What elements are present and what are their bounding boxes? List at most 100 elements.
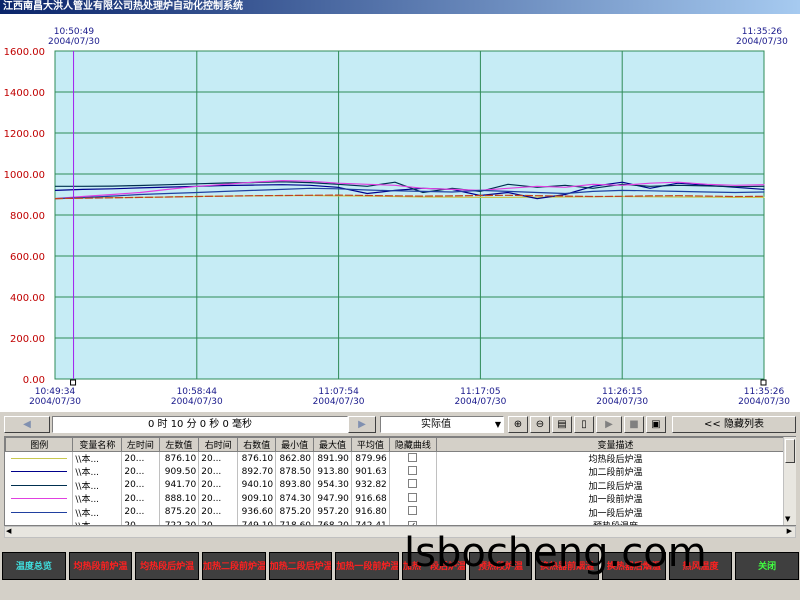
export-button[interactable]: ▯ [574,416,594,433]
legend-cell [5,478,74,492]
column-header[interactable]: 最大值 [313,437,352,452]
arrow-right-small-icon[interactable]: ▶ [787,527,792,535]
nav-tab[interactable]: 加热二段后炉温 [268,552,333,580]
left-value-cell: 909.50 [159,465,200,479]
nav-tab[interactable]: 加热二段前炉温 [202,552,266,580]
stop-icon: ■ [629,419,639,430]
hide-curve-checkbox[interactable] [408,492,418,502]
table-row[interactable]: \\本... 20... 876.10 20... 876.10 862.80 891.90… [5,451,795,465]
column-header[interactable]: 左数值 [158,437,200,452]
table-row[interactable]: \\本... 20... 888.10 20... 909.10 874.30 947.90… [5,492,795,506]
scroll-right-button[interactable]: ▶ [348,416,376,433]
max-value-cell: 891.90 [313,451,352,465]
table-row[interactable]: \\本... 20... 875.20 20... 936.60 875.20 957.20… [5,505,795,519]
save-icon: ▣ [651,419,661,430]
table-vertical-scrollbar[interactable]: ▼ [783,437,796,525]
column-header[interactable]: 平均值 [350,437,390,452]
scrollbar-thumb[interactable] [785,439,795,463]
arrow-down-icon[interactable]: ▼ [785,515,790,523]
avg-value-cell: 742.41 [351,519,390,525]
play-button[interactable]: ▶ [596,416,622,433]
legend-swatch [10,471,67,473]
trend-chart-svg[interactable]: 0.00 200.00 400.00 600.00 800.00 1000.00 1200.… [0,14,800,412]
hide-curve-checkbox[interactable] [408,479,418,489]
x-tick-time: 11:07:54 [318,387,359,397]
y-tick-label: 1000.00 [4,170,45,181]
time-offset-field[interactable]: 0 时 10 分 0 秒 0 毫秒 [52,416,348,433]
top-right-date: 2004/07/30 [736,37,788,47]
y-tick-label: 1600.00 [4,47,45,58]
hide-curve-cell [389,492,437,506]
stop-button[interactable]: ■ [624,416,644,433]
right-time-cell: 20... [198,519,239,525]
legend-swatch [10,484,67,486]
save-button[interactable]: ▣ [646,416,666,433]
min-value-cell: 874.30 [275,492,315,506]
y-tick-label: 400.00 [10,293,45,304]
print-button[interactable]: ▤ [552,416,572,433]
nav-tab[interactable]: 温度总览 [2,552,66,580]
trend-chart[interactable]: 0.00 200.00 400.00 600.00 800.00 1000.00 1200.… [0,14,800,412]
max-value-cell: 947.90 [313,492,352,506]
variable-description-cell: 均热段后炉温 [436,451,795,465]
variable-name-cell: \\本... [72,492,123,506]
window-title: 江西南昌大洪人管业有限公司热处理炉自动化控制系统 [0,0,800,14]
legend-cell [5,451,74,465]
left-time-cell: 20... [121,492,160,506]
table-row[interactable]: \\本... 20... 941.70 20... 940.10 893.80 954.30… [5,478,795,492]
x-tick-label: 11:07:54 2004/07/30 [309,387,369,407]
column-header[interactable]: 变量描述 [435,437,795,452]
nav-tab[interactable]: 均热段后炉温 [135,552,199,580]
zoom-in-button[interactable]: ⊕ [508,416,528,433]
column-header[interactable]: 隐藏曲线 [388,437,437,452]
arrow-right-icon: ▶ [358,419,366,430]
hide-curve-checkbox[interactable] [408,465,418,475]
min-value-cell: 875.20 [275,505,315,519]
table-header-row: 图例 变量名称 左时间 左数值 右时间 右数值 最小值 最大值 平均值 隐藏曲线 变量描述 [5,437,795,452]
table-row[interactable]: \\本... 20... 909.50 20... 892.70 878.50 913.80… [5,465,795,479]
variable-description-cell: 加二段前炉温 [436,465,795,479]
scroll-left-button[interactable]: ◀ [4,416,50,433]
zoom-in-icon: ⊕ [513,419,523,430]
arrow-left-small-icon[interactable]: ◀ [6,527,11,535]
toolbar: ◀ 0 时 10 分 0 秒 0 毫秒 ▶ 实际值 ▼ ⊕ ⊖ ▤ ▯ ▶ ■ … [0,414,800,435]
right-time-cell: 20... [198,505,239,519]
top-right-time-label: 11:35:26 2004/07/30 [736,27,788,47]
left-time-cell: 20... [121,505,160,519]
column-header[interactable]: 右时间 [198,437,239,452]
column-header[interactable]: 左时间 [121,437,160,452]
column-header[interactable]: 右数值 [237,437,277,452]
left-cursor-marker [70,379,77,386]
legend-swatch [10,511,67,513]
avg-value-cell: 901.63 [351,465,390,479]
printer-icon: ▤ [557,419,567,430]
hide-list-button[interactable]: << 隐藏列表 [672,416,796,433]
hide-curve-checkbox[interactable] [408,506,418,516]
legend-cell [5,505,74,519]
top-left-time: 10:50:49 [53,27,95,37]
zoom-out-button[interactable]: ⊖ [530,416,550,433]
document-icon: ▯ [581,419,587,430]
x-tick-time: 11:17:05 [460,387,501,397]
mode-select[interactable]: 实际值 ▼ [380,416,504,433]
nav-tab[interactable]: 均热段前炉温 [68,552,133,580]
nav-tab[interactable]: 加热一段前炉温 [335,552,399,580]
right-value-cell: 940.10 [237,478,277,492]
hide-curve-checkbox[interactable] [408,452,418,462]
x-tick-time: 10:49:34 [34,387,76,397]
play-icon: ▶ [605,419,613,430]
column-header[interactable]: 最小值 [275,437,315,452]
min-value-cell: 862.80 [275,451,315,465]
variable-description-cell: 加一段后炉温 [436,505,795,519]
variable-name-cell: \\本... [72,519,123,525]
column-header[interactable]: 变量名称 [72,437,123,452]
min-value-cell: 878.50 [275,465,315,479]
left-time-cell: 20... [121,519,160,525]
nav-tab[interactable]: 关闭 [735,552,799,580]
legend-cell [5,519,74,525]
arrow-left-icon: ◀ [23,419,31,430]
left-time-cell: 20... [121,478,160,492]
table-row[interactable]: \\本...20...722.2020...749.10718.60768.20… [5,519,795,525]
column-header[interactable]: 图例 [5,437,74,452]
x-tick-date: 2004/07/30 [738,397,790,407]
